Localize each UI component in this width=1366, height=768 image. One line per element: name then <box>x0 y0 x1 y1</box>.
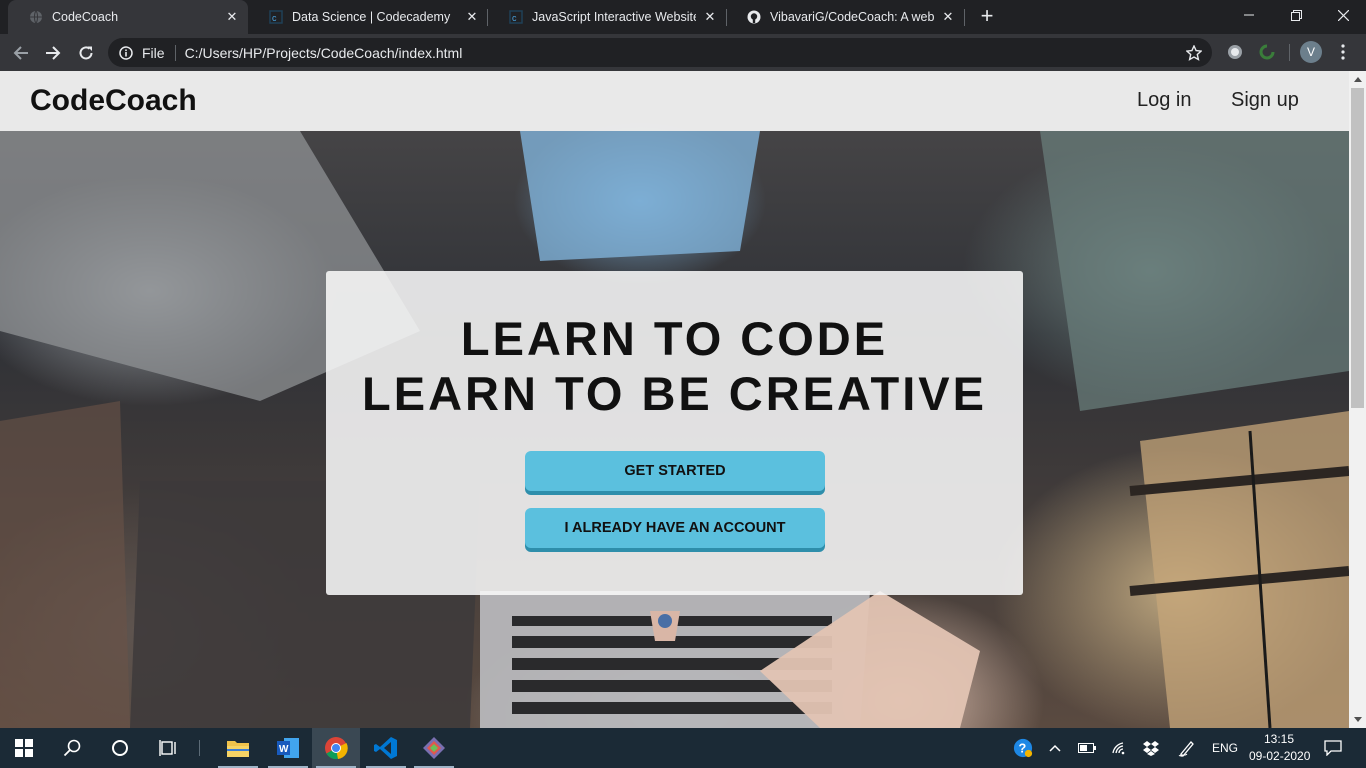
menu-icon[interactable] <box>1333 42 1353 62</box>
github-icon <box>746 9 762 25</box>
windows-taskbar: W ? ENG 13:15 09-02-2020 <box>0 728 1366 768</box>
forward-button[interactable] <box>40 40 66 66</box>
scheme-label: File <box>142 44 165 61</box>
tab-title: VibavariG/CodeCoach: A website <box>770 10 934 24</box>
task-view-icon <box>159 740 176 756</box>
taskbar-divider <box>199 740 200 756</box>
chevron-up-icon[interactable] <box>1045 738 1065 758</box>
browser-toolbar: File C:/Users/HP/Projects/CodeCoach/inde… <box>0 34 1366 71</box>
gitkraken-button[interactable] <box>410 728 458 768</box>
clock-time[interactable]: 13:15 <box>1264 732 1294 746</box>
help-icon[interactable]: ? <box>1013 738 1033 758</box>
tab-codecoach[interactable]: CodeCoach ✕ <box>8 0 248 34</box>
tab-data-science[interactable]: c Data Science | Codecademy ✕ <box>248 0 488 34</box>
info-icon[interactable] <box>118 45 134 61</box>
cortana-icon <box>112 740 128 756</box>
word-icon: W <box>277 738 299 758</box>
reload-button[interactable] <box>73 40 99 66</box>
wifi-icon[interactable] <box>1110 738 1130 758</box>
start-button[interactable] <box>0 728 48 768</box>
codecademy-icon: c <box>508 9 524 25</box>
site-navbar: CodeCoach Log in Sign up <box>0 71 1349 131</box>
tab-strip: CodeCoach ✕ c Data Science | Codecademy … <box>0 0 1366 34</box>
site-logo[interactable]: CodeCoach <box>30 84 197 118</box>
arrow-right-icon <box>46 46 61 60</box>
existing-account-button[interactable]: I ALREADY HAVE AN ACCOUNT <box>525 508 825 548</box>
task-view-button[interactable] <box>144 728 192 768</box>
notification-icon[interactable] <box>1323 738 1343 758</box>
login-link[interactable]: Log in <box>1137 89 1192 112</box>
windows-icon <box>15 739 33 757</box>
language-indicator[interactable]: ENG <box>1212 741 1238 755</box>
toolbar-divider <box>1289 44 1290 61</box>
address-bar[interactable]: File C:/Users/HP/Projects/CodeCoach/inde… <box>108 38 1212 67</box>
new-tab-button[interactable]: + <box>976 5 998 28</box>
page-viewport: CodeCoach Log in Sign up LEARN TO CODE L… <box>0 71 1349 728</box>
star-icon[interactable] <box>1184 43 1204 63</box>
scroll-up-icon[interactable] <box>1349 71 1366 88</box>
restore-button[interactable] <box>1273 0 1319 30</box>
close-icon[interactable]: ✕ <box>464 9 480 25</box>
extension-icon[interactable] <box>1257 42 1277 62</box>
git-icon <box>423 737 445 759</box>
search-button[interactable] <box>48 728 96 768</box>
get-started-button[interactable]: GET STARTED <box>525 451 825 491</box>
svg-text:c: c <box>512 13 517 23</box>
clock-date[interactable]: 09-02-2020 <box>1249 749 1310 763</box>
tab-github[interactable]: VibavariG/CodeCoach: A website ✕ <box>726 0 964 34</box>
vscode-icon <box>374 737 397 759</box>
chrome-icon <box>325 737 348 760</box>
scroll-thumb[interactable] <box>1351 88 1364 408</box>
url-text[interactable]: C:/Users/HP/Projects/CodeCoach/index.htm… <box>185 45 1184 61</box>
battery-icon[interactable] <box>1077 738 1097 758</box>
signup-link[interactable]: Sign up <box>1231 89 1299 112</box>
codecademy-icon: c <box>268 9 284 25</box>
hero-heading-line1: LEARN TO CODE <box>460 312 889 365</box>
tab-title: CodeCoach <box>52 10 119 24</box>
folder-icon <box>227 741 249 757</box>
minimize-button[interactable] <box>1226 0 1272 30</box>
record-extension-icon[interactable] <box>1225 42 1245 62</box>
close-icon[interactable]: ✕ <box>702 9 718 25</box>
dropbox-icon[interactable] <box>1141 738 1161 758</box>
close-icon[interactable]: ✕ <box>224 9 240 25</box>
tab-title: Data Science | Codecademy <box>292 10 451 24</box>
tab-javascript[interactable]: c JavaScript Interactive Websites | C ✕ <box>488 0 726 34</box>
scroll-down-icon[interactable] <box>1349 711 1366 728</box>
tab-separator <box>964 9 965 26</box>
hero-card: LEARN TO CODE LEARN TO BE CREATIVE GET S… <box>326 271 1023 595</box>
chrome-button[interactable] <box>312 728 360 768</box>
profile-avatar[interactable]: V <box>1300 41 1322 63</box>
word-button[interactable]: W <box>264 728 312 768</box>
svg-text:W: W <box>279 744 289 755</box>
search-icon <box>63 739 81 757</box>
arrow-left-icon <box>13 46 28 60</box>
reload-icon <box>79 46 93 60</box>
pen-icon[interactable] <box>1177 738 1197 758</box>
close-icon[interactable]: ✕ <box>940 9 956 25</box>
hero-heading-line2: LEARN TO BE CREATIVE <box>362 367 987 420</box>
svg-text:c: c <box>272 13 277 23</box>
globe-icon <box>28 9 44 25</box>
tab-title: JavaScript Interactive Websites | C <box>532 10 696 24</box>
page-scrollbar[interactable] <box>1349 71 1366 728</box>
close-window-button[interactable] <box>1320 0 1366 30</box>
back-button[interactable] <box>8 40 34 66</box>
vscode-button[interactable] <box>362 728 410 768</box>
cortana-button[interactable] <box>96 728 144 768</box>
omnibox-divider <box>174 44 176 61</box>
file-explorer-button[interactable] <box>214 728 262 768</box>
